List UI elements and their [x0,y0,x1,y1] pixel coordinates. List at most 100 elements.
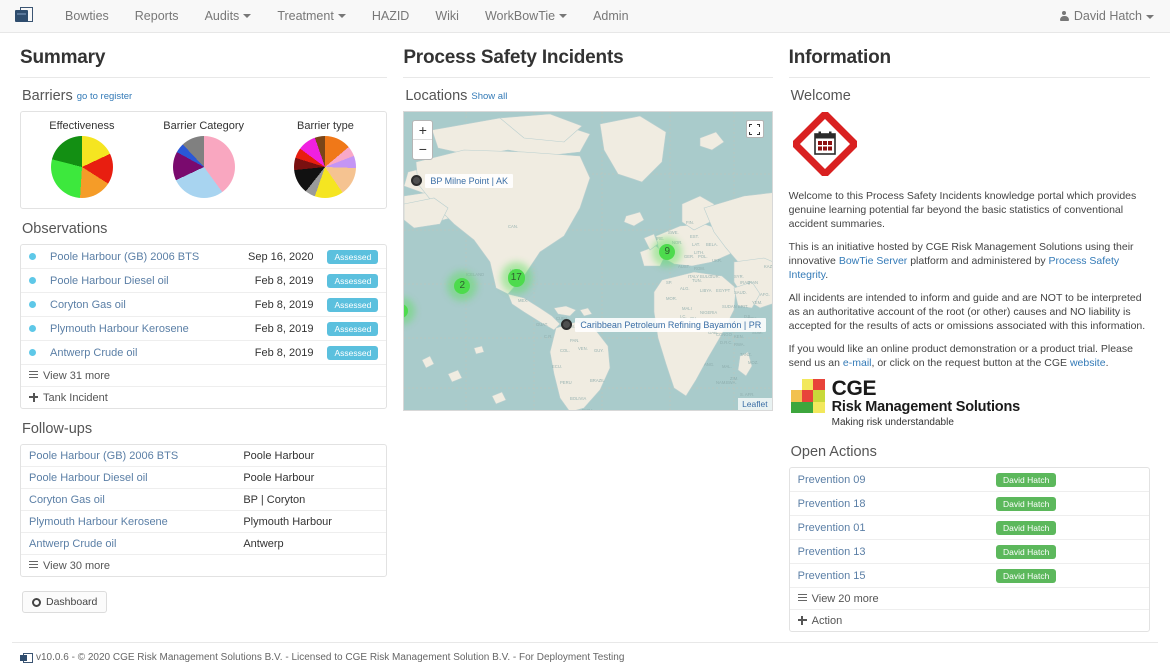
followup-link[interactable]: Coryton Gas oil [29,494,105,506]
nav-item-bowties[interactable]: Bowties [52,0,122,33]
svg-text:AFG.: AFG. [760,292,770,297]
info-inline-link[interactable]: e-mail [843,357,872,369]
chart-barrier-type[interactable]: Barrier type [265,120,387,198]
svg-text:RWA.: RWA. [734,342,745,347]
table-row[interactable]: Prevention 18 David Hatch [789,492,1149,516]
info-text: All incidents are intended to inform and… [788,292,1146,332]
table-row[interactable]: Coryton Gas oil Feb 8, 2019 Assessed [21,293,387,317]
svg-text:YEM.: YEM. [752,300,762,305]
info-inline-link[interactable]: BowTie Server [839,255,907,267]
nav-item-treatment[interactable]: Treatment [264,0,359,33]
action-link[interactable]: Prevention 09 [798,474,866,486]
followup-link[interactable]: Plymouth Harbour Kerosene [29,516,168,528]
title-divider [403,77,773,78]
observations-view-more[interactable]: View 31 more [21,364,387,386]
map-zoom-out-button[interactable]: − [413,140,432,159]
table-row[interactable]: Prevention 09 David Hatch [789,468,1149,492]
map-fullscreen-button[interactable] [745,120,764,138]
svg-text:CAN.: CAN. [508,224,518,229]
owner-badge: David Hatch [996,568,1057,583]
action-link[interactable]: Prevention 18 [798,498,866,510]
page-footer: v10.0.6 - © 2020 CGE Risk Management Sol… [12,642,1158,663]
info-paragraph: If you would like an online product demo… [789,342,1150,370]
cge-grid-cell [790,390,802,402]
svg-text:COL.: COL. [560,348,570,353]
svg-text:TUN.: TUN. [692,278,702,283]
action-link[interactable]: Prevention 13 [798,546,866,558]
go-to-register-link[interactable]: go to register [77,91,132,102]
open-actions-view-more[interactable]: View 20 more [789,587,1149,609]
observation-date: Feb 8, 2019 [254,298,314,311]
observations-heading: Observations [22,221,108,237]
table-row[interactable]: Poole Harbour (GB) 2006 BTS Sep 16, 2020 A… [21,245,387,269]
table-row[interactable]: Coryton Gas oil BP | Coryton [21,489,387,511]
locations-map[interactable]: CAN.U.S.A. MEX.GUAT. C.R.CUBA DOM.PAN. C… [403,111,773,411]
chart-title: Barrier Category [163,120,244,132]
table-row[interactable]: Plymouth Harbour Kerosene Plymouth Harbou… [21,511,387,533]
show-all-link[interactable]: Show all [471,91,507,102]
svg-text:BELA.: BELA. [706,242,718,247]
info-inline-link[interactable]: website [1070,357,1106,369]
followup-name-cell: Plymouth Harbour Kerosene [21,511,236,533]
leaflet-attribution[interactable]: Leaflet [738,398,772,410]
table-row[interactable]: Prevention 13 David Hatch [789,540,1149,564]
observation-name-cell: Antwerp Crude oil [43,341,230,365]
observation-link[interactable]: Poole Harbour Diesel oil [50,275,169,287]
open-actions-table: Prevention 09 David Hatch Prevention 18 Dav… [789,468,1149,588]
incidents-title: Process Safety Incidents [403,47,624,68]
nav-item-audits[interactable]: Audits [192,0,265,33]
observation-link[interactable]: Poole Harbour (GB) 2006 BTS [50,251,199,263]
cge-grid-cell [801,401,814,413]
table-row[interactable]: Prevention 01 David Hatch [789,516,1149,540]
map-zoom-in-button[interactable]: + [413,121,433,140]
table-row[interactable]: Poole Harbour Diesel oil Feb 8, 2019 Asses… [21,269,387,293]
dashboard-button[interactable]: Dashboard [22,591,108,613]
badge-cell: Assessed [320,293,386,317]
chart-barrier-category[interactable]: Barrier Category [143,120,265,198]
observation-link[interactable]: Antwerp Crude oil [50,347,137,359]
nav-item-workbowtie[interactable]: WorkBowTie [472,0,580,33]
info-text: . [1105,357,1109,369]
table-row[interactable]: Antwerp Crude oil Feb 8, 2019 Assessed [21,341,386,365]
followups-view-more[interactable]: View 30 more [21,554,387,576]
svg-text:GUAT.: GUAT. [536,322,548,327]
title-divider [20,77,388,78]
action-link[interactable]: Prevention 15 [798,570,866,582]
svg-text:VEN.: VEN. [578,346,588,351]
svg-text:TUR.: TUR. [710,274,720,279]
table-row[interactable]: Poole Harbour Diesel oil Poole Harbour [21,467,387,489]
svg-text:SWE.: SWE. [668,230,679,235]
svg-text:ROM.: ROM. [694,266,705,271]
action-link[interactable]: Prevention 01 [798,522,866,534]
bowtie-logo-icon[interactable] [14,6,36,26]
status-dot-icon [29,277,36,284]
user-menu[interactable]: David Hatch [1059,0,1154,33]
nav-item-label: WorkBowTie [484,8,556,23]
nav-item-hazid[interactable]: HAZID [359,0,423,33]
observation-name-cell: Coryton Gas oil [43,293,230,317]
cge-grid-cell [801,390,814,402]
svg-text:PARA.: PARA. [582,408,594,411]
table-row[interactable]: Poole Harbour (GB) 2006 BTS Poole Harbour [21,445,387,467]
svg-text:ECU.: ECU. [552,364,562,369]
nav-item-reports[interactable]: Reports [122,0,192,33]
table-row[interactable]: Plymouth Harbour Kerosene Feb 8, 2019 Asse… [21,317,387,341]
chart-effectiveness[interactable]: Effectiveness [21,120,143,198]
table-row[interactable]: Prevention 15 David Hatch [790,564,1149,588]
nav-item-wiki[interactable]: Wiki [422,0,472,33]
chart-title: Barrier type [296,120,354,132]
followup-link[interactable]: Poole Harbour (GB) 2006 BTS [29,450,178,462]
followup-link[interactable]: Poole Harbour Diesel oil [29,472,148,484]
nav-item-admin[interactable]: Admin [580,0,641,33]
observation-link[interactable]: Plymouth Harbour Kerosene [50,323,189,335]
add-tank-incident-button[interactable]: Tank Incident [21,386,387,408]
map-zoom-controls[interactable]: + − [412,120,434,160]
followup-link[interactable]: Antwerp Crude oil [29,538,116,550]
open-actions-panel: Prevention 09 David Hatch Prevention 18 Dav… [788,467,1150,632]
owner-cell: David Hatch [989,516,1149,540]
observation-link[interactable]: Coryton Gas oil [50,299,126,311]
table-row[interactable]: Antwerp Crude oil Antwerp [21,533,386,555]
svg-text:LIBYA: LIBYA [700,288,712,293]
add-action-button[interactable]: Action [789,609,1149,631]
followup-name-cell: Antwerp Crude oil [21,533,236,555]
